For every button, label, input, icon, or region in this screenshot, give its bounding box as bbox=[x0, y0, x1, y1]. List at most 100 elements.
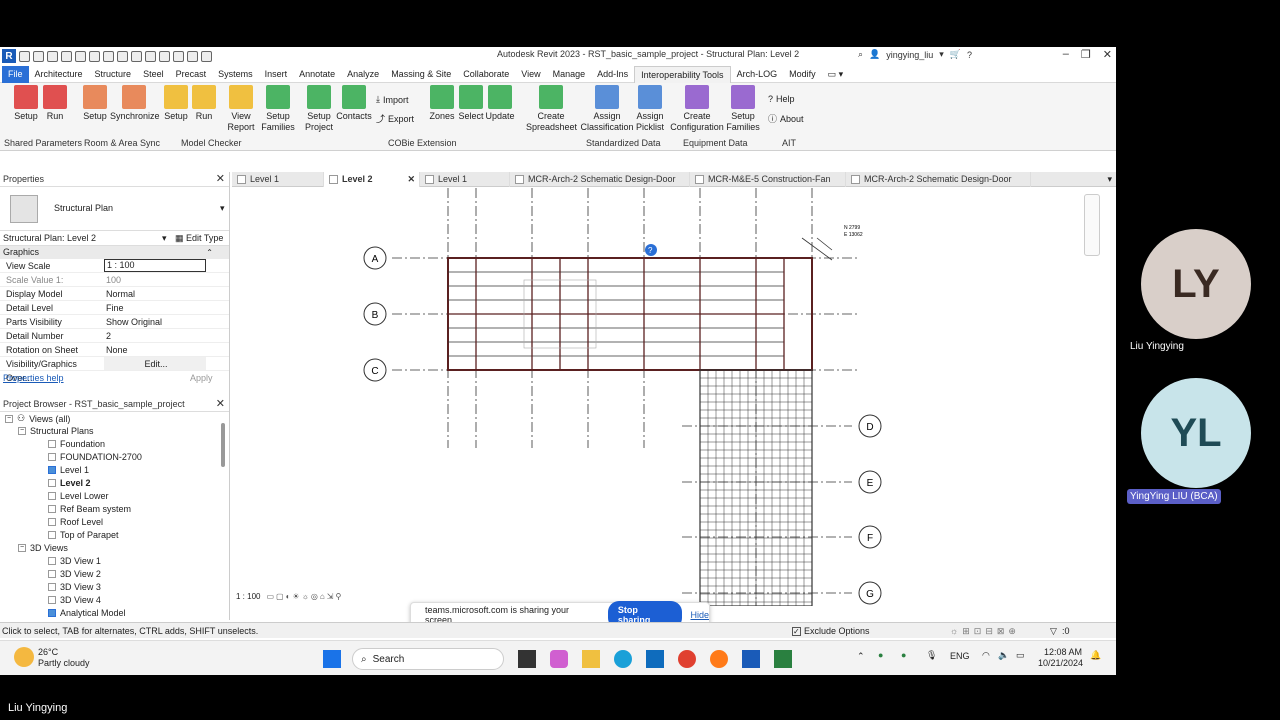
tab-file[interactable]: File bbox=[2, 65, 29, 83]
create-configuration-button[interactable]: Create Configuration bbox=[668, 85, 726, 133]
setup-project-button[interactable]: Setup Project bbox=[303, 85, 335, 133]
minimize-icon[interactable]: – bbox=[1063, 48, 1069, 61]
navigation-bar[interactable] bbox=[1084, 194, 1100, 256]
edit-type-button[interactable]: ▦ Edit Type bbox=[175, 231, 223, 246]
setup-families-equipment-button[interactable]: Setup Families bbox=[726, 85, 760, 133]
import-button[interactable]: ⤓ Import bbox=[376, 94, 409, 105]
measure-icon[interactable] bbox=[117, 50, 128, 62]
notification-bell-icon[interactable]: 🔔 bbox=[1090, 650, 1101, 661]
wifi-icon[interactable]: ◠ bbox=[982, 650, 990, 661]
switch-windows-icon[interactable] bbox=[201, 50, 212, 62]
assign-classification-button[interactable]: Assign Classification bbox=[580, 85, 634, 133]
close-icon[interactable]: ✕ bbox=[407, 172, 415, 187]
tree-item-level-2[interactable]: Level 2 bbox=[48, 478, 91, 488]
view-tab-arch-door-2[interactable]: MCR-Arch-2 Schematic Design-Door bbox=[846, 171, 1031, 187]
tree-item-foundation-2700[interactable]: FOUNDATION-2700 bbox=[48, 452, 142, 462]
edit-visibility-button[interactable]: Edit... bbox=[104, 357, 206, 370]
tab-precast[interactable]: Precast bbox=[170, 66, 213, 83]
chrome-icon[interactable] bbox=[678, 650, 696, 668]
create-spreadsheet-button[interactable]: Create Spreadsheet bbox=[526, 85, 577, 133]
hide-share-link[interactable]: Hide bbox=[690, 610, 709, 620]
tree-structural-plans[interactable]: − Structural Plans bbox=[18, 426, 94, 436]
excel-icon[interactable] bbox=[774, 650, 792, 668]
view-tab-me-fan[interactable]: MCR-M&E-5 Construction-Fan bbox=[690, 171, 846, 187]
tab-arch-log[interactable]: Arch-LOG bbox=[731, 66, 784, 83]
battery-icon[interactable]: ▭ bbox=[1016, 650, 1025, 661]
tab-manage[interactable]: Manage bbox=[547, 66, 592, 83]
chevron-down-icon[interactable]: ▾ bbox=[939, 49, 944, 60]
properties-help-link[interactable]: Properties help bbox=[3, 373, 64, 383]
select-button[interactable]: Select bbox=[457, 85, 485, 122]
outlook-icon[interactable] bbox=[646, 650, 664, 668]
view-tab-arch-door[interactable]: MCR-Arch-2 Schematic Design-Door bbox=[510, 171, 690, 187]
view-report-button[interactable]: View Report bbox=[226, 85, 256, 133]
tree-item-foundation[interactable]: Foundation bbox=[48, 439, 105, 449]
graphics-section[interactable]: Graphics ⌃ bbox=[0, 246, 229, 259]
tree-item-ref-beam-system[interactable]: Ref Beam system bbox=[48, 504, 131, 514]
tab-steel[interactable]: Steel bbox=[137, 66, 170, 83]
assign-picklist-button[interactable]: Assign Picklist bbox=[634, 85, 666, 133]
close-hidden-icon[interactable] bbox=[187, 50, 198, 62]
tab-interoperability-tools[interactable]: Interoperability Tools bbox=[634, 65, 731, 83]
setup-shared-params-button[interactable]: Setup bbox=[12, 85, 40, 122]
run-model-checker-button[interactable]: Run bbox=[191, 85, 217, 122]
user-name[interactable]: yingying_liu bbox=[886, 50, 933, 60]
help-icon[interactable]: ? bbox=[967, 50, 972, 60]
setup-room-sync-button[interactable]: Setup bbox=[82, 85, 108, 122]
copilot-icon[interactable] bbox=[550, 650, 568, 668]
user-icon[interactable]: 👤 bbox=[869, 49, 880, 60]
run-shared-params-button[interactable]: Run bbox=[42, 85, 68, 122]
edge-icon[interactable] bbox=[614, 650, 632, 668]
revit-logo-icon[interactable]: R bbox=[2, 49, 16, 63]
setup-families-button[interactable]: Setup Families bbox=[260, 85, 296, 133]
view-scale-label[interactable]: 1 : 100 bbox=[236, 592, 260, 601]
taskbar-search[interactable]: ⌕ Search bbox=[352, 648, 504, 670]
tray-app-icon[interactable]: ● bbox=[878, 650, 883, 660]
windows-start-icon[interactable] bbox=[323, 650, 341, 668]
tab-structure[interactable]: Structure bbox=[89, 66, 138, 83]
setup-model-checker-button[interactable]: Setup bbox=[163, 85, 189, 122]
tab-add-ins[interactable]: Add-Ins bbox=[591, 66, 634, 83]
synchronize-button[interactable]: Synchronize bbox=[110, 85, 160, 122]
drawing-canvas[interactable]: N 2799 E 13062 ? A B C D E F G 1: 100 ▭… bbox=[232, 188, 1104, 606]
help-button[interactable]: ? Help bbox=[768, 94, 795, 104]
tab-view[interactable]: View bbox=[515, 66, 546, 83]
structural-plan-drawing[interactable]: N 2799 E 13062 ? A B C D E F G bbox=[232, 188, 1104, 606]
language-indicator[interactable]: ENG bbox=[950, 651, 970, 661]
exclude-options-checkbox[interactable]: ✓ Exclude Options bbox=[792, 626, 870, 636]
open-icon[interactable] bbox=[19, 50, 30, 62]
redo-icon[interactable] bbox=[89, 50, 100, 62]
section-icon[interactable] bbox=[173, 50, 184, 62]
export-button[interactable]: ⤴ Export bbox=[376, 112, 414, 125]
tab-modify[interactable]: Modify bbox=[783, 66, 822, 83]
contacts-button[interactable]: Contacts bbox=[336, 85, 372, 122]
tree-item-roof-level[interactable]: Roof Level bbox=[48, 517, 103, 527]
print-icon[interactable] bbox=[103, 50, 114, 62]
tab-collaborate[interactable]: Collaborate bbox=[457, 66, 515, 83]
tab-annotate[interactable]: Annotate bbox=[293, 66, 341, 83]
view-scale-input[interactable]: 1 : 100 bbox=[104, 259, 206, 272]
tray-overflow-icon[interactable]: ⌃ bbox=[857, 651, 865, 662]
task-view-icon[interactable] bbox=[518, 650, 536, 668]
tree-item-top-of-parapet[interactable]: Top of Parapet bbox=[48, 530, 119, 540]
panel-options-icon[interactable]: ▭ ▾ bbox=[822, 66, 850, 83]
tree-item-3d-view-3[interactable]: 3D View 3 bbox=[48, 582, 101, 592]
close-icon[interactable]: ✕ bbox=[216, 172, 225, 187]
tree-item-level-lower[interactable]: Level Lower bbox=[48, 491, 109, 501]
tree-item-3d-view-4[interactable]: 3D View 4 bbox=[48, 595, 101, 605]
tray-sync-icon[interactable]: ● bbox=[901, 650, 906, 660]
text-icon[interactable] bbox=[145, 50, 156, 62]
update-button[interactable]: Update bbox=[485, 85, 515, 122]
save-icon[interactable] bbox=[47, 50, 58, 62]
tree-item-3d-view-2[interactable]: 3D View 2 bbox=[48, 569, 101, 579]
tab-systems[interactable]: Systems bbox=[212, 66, 259, 83]
browser-scrollbar[interactable] bbox=[221, 423, 225, 467]
restore-icon[interactable]: ❐ bbox=[1081, 48, 1091, 61]
type-selector[interactable]: Structural Plan ▾ bbox=[0, 187, 229, 231]
open-folder-icon[interactable] bbox=[33, 50, 44, 62]
tab-architecture[interactable]: Architecture bbox=[29, 66, 89, 83]
view-tab-level-2[interactable]: Level 2 ✕ bbox=[324, 171, 420, 187]
selection-filter-icons[interactable]: ☼⊞⊡⊟⊠⊕ bbox=[950, 626, 1020, 637]
3d-view-icon[interactable] bbox=[159, 50, 170, 62]
tab-analyze[interactable]: Analyze bbox=[341, 66, 385, 83]
